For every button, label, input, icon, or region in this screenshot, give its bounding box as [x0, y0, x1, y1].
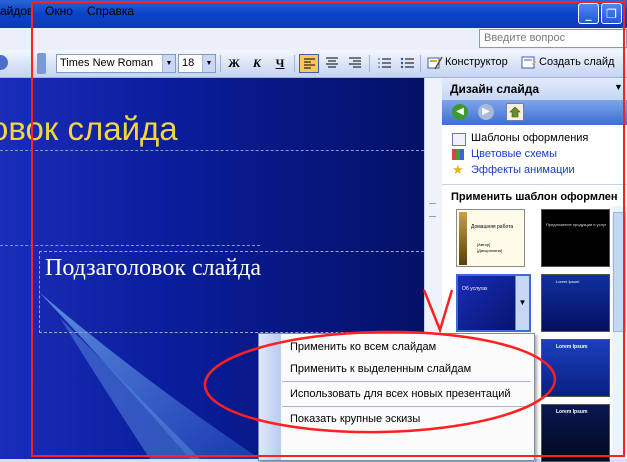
annotation-overlay	[203, 289, 557, 434]
annotation-arrow-icon	[422, 289, 454, 334]
